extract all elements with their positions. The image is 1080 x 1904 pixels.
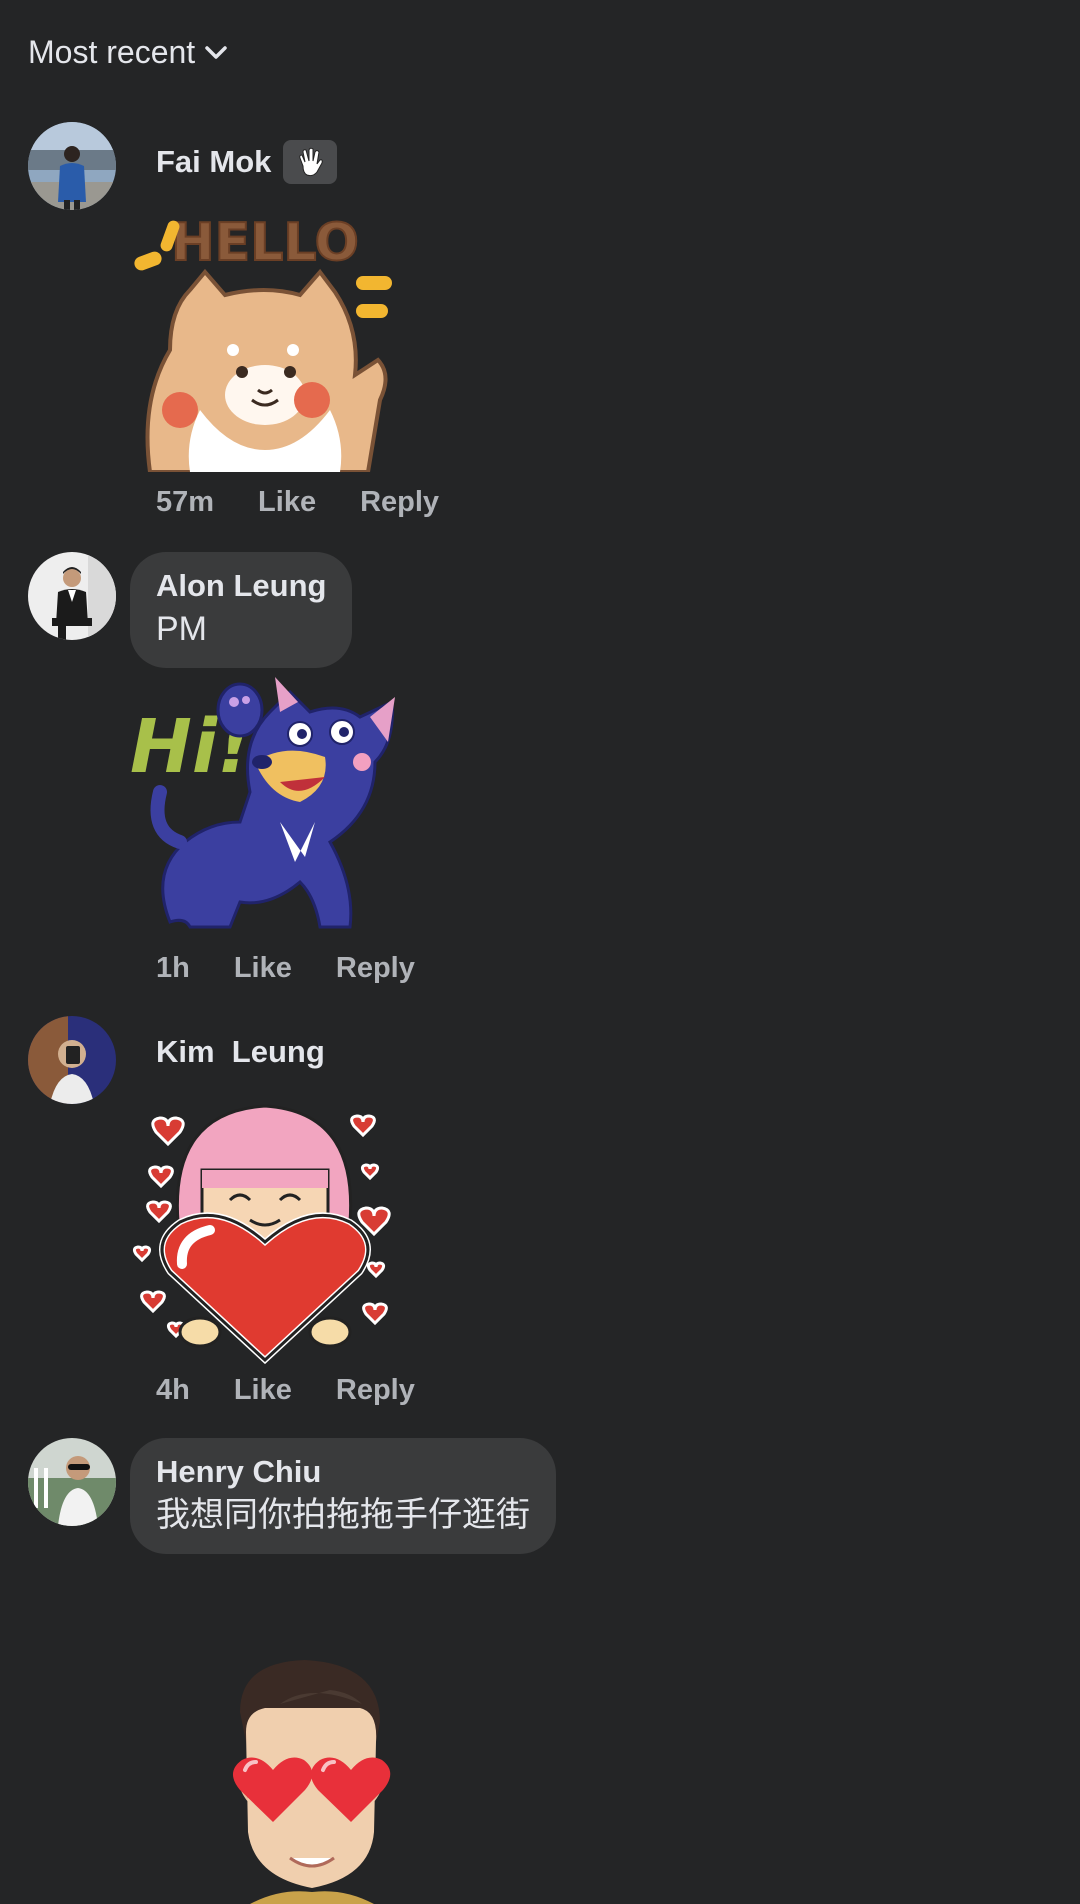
heart-eyes-avatar-sticker[interactable] (130, 1652, 430, 1904)
reply-button[interactable]: Reply (360, 486, 439, 519)
comment-time[interactable]: 1h (156, 952, 190, 985)
comment-time[interactable]: 4h (156, 1374, 190, 1407)
sort-dropdown[interactable]: Most recent (28, 34, 229, 71)
waving-hand-icon[interactable] (283, 140, 338, 184)
chevron-down-icon (205, 45, 227, 59)
avatar[interactable] (28, 1438, 116, 1526)
hello-shiba-dog-sticker[interactable]: HELLO (130, 200, 400, 472)
avatar[interactable] (28, 122, 116, 210)
comment-text: PM (156, 610, 207, 648)
avatar[interactable] (28, 552, 116, 640)
avatar[interactable] (28, 1016, 116, 1104)
reply-button[interactable]: Reply (336, 952, 415, 985)
like-button[interactable]: Like (258, 486, 316, 519)
girl-holding-heart-sticker[interactable] (130, 1092, 400, 1364)
author-name: Kim Leung (156, 1034, 325, 1069)
author-name: Fai Mok (156, 144, 272, 179)
like-button[interactable]: Like (234, 1374, 292, 1407)
sticker-text: HELLO (171, 213, 359, 273)
comment-time[interactable]: 57m (156, 486, 214, 519)
comment-actions: 4h Like Reply (156, 1374, 415, 1407)
comment-author[interactable]: Kim Leung (156, 1034, 325, 1070)
reply-button[interactable]: Reply (336, 1374, 415, 1407)
hi-purple-bear-sticker[interactable]: Hi! (130, 672, 400, 940)
like-button[interactable]: Like (234, 952, 292, 985)
comment-bubble[interactable]: Alon Leung PM (130, 552, 353, 668)
comment-text: 我想同你拍拖拖手仔逛街 (156, 1496, 530, 1534)
comment-actions: 57m Like Reply (156, 486, 439, 519)
comment-author[interactable]: Alon Leung (156, 566, 326, 606)
comment-author[interactable]: Fai Mok (156, 140, 338, 184)
comment-actions: 1h Like Reply (156, 952, 415, 985)
sort-label: Most recent (28, 34, 196, 70)
comment-bubble[interactable]: Henry Chiu 我想同你拍拖拖手仔逛街 (130, 1438, 556, 1554)
comment-author[interactable]: Henry Chiu (156, 1452, 530, 1492)
